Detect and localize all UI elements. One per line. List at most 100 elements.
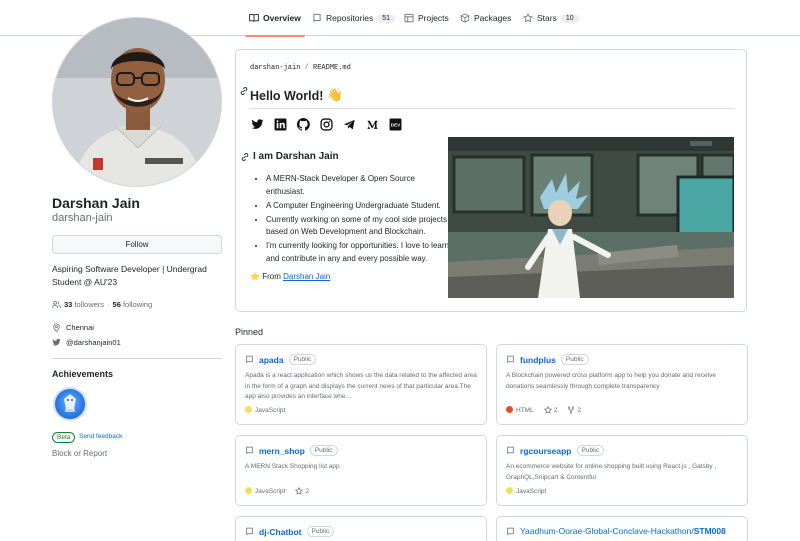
tab-label: Overview: [263, 13, 301, 23]
repo-icon: [246, 527, 253, 535]
divider: [250, 108, 734, 109]
profile-login: darshan-jain: [52, 212, 113, 224]
following-link[interactable]: 56 following: [113, 300, 153, 309]
location-text: Chennai: [66, 323, 94, 332]
followers-link[interactable]: 33 followers: [64, 300, 104, 309]
pinned-repo-card: dj-Chatbot Public: [235, 516, 487, 541]
twitter-icon: [52, 338, 61, 346]
list-item: A MERN-Stack Developer & Open Source ent…: [266, 173, 451, 198]
fork-icon: [568, 406, 575, 414]
list-item: I'm currently looking for opportunities.…: [266, 240, 451, 265]
github-link[interactable]: [296, 117, 310, 131]
twitter-link[interactable]: [250, 117, 264, 131]
signature-link[interactable]: Darshan Jain: [283, 272, 330, 281]
language: JavaScript: [245, 487, 285, 495]
send-feedback-link[interactable]: Send feedback: [79, 433, 122, 440]
location-row: Chennai: [52, 323, 94, 332]
svg-text:DEV: DEV: [390, 122, 400, 127]
repo-meta: HTML 2 2: [506, 406, 581, 414]
tab-projects[interactable]: Projects: [404, 0, 449, 36]
readme-subheading: I am Darshan Jain: [240, 151, 339, 162]
stars-count: 2: [553, 406, 558, 414]
repo-name-link[interactable]: mern_shop: [259, 446, 305, 456]
readme-heading-text: Hello World!: [250, 88, 324, 103]
readme-signature: ⭐ From Darshan Jain: [250, 272, 330, 281]
readme-path: darshan-jain / README.md: [250, 64, 351, 72]
achievement-badge[interactable]: [53, 387, 87, 421]
repo-description: Apada is a react application which shows…: [245, 372, 477, 400]
language-color-dot: [245, 487, 252, 494]
tab-stars[interactable]: Stars 10: [523, 0, 579, 36]
tab-overview[interactable]: Overview: [245, 0, 305, 37]
anchor-link-icon[interactable]: [240, 152, 250, 162]
medium-link[interactable]: [365, 117, 379, 131]
social-links: DEV: [250, 117, 402, 131]
tab-label: Repositories: [326, 13, 374, 23]
avatar-photo: [53, 18, 221, 186]
follow-button[interactable]: Follow: [52, 235, 222, 254]
linkedin-link[interactable]: [273, 117, 287, 131]
repo-name-link[interactable]: apada: [259, 355, 284, 365]
twitter-icon: [251, 118, 263, 129]
repo-icon: [507, 446, 514, 454]
repo-name-link[interactable]: dj-Chatbot: [259, 527, 302, 537]
repo-description: A MERN Stack Shopping list app: [245, 463, 340, 470]
devto-link[interactable]: DEV: [388, 117, 402, 131]
repo-icon: [507, 527, 514, 535]
repo-description: An ecommerce website for online shopping…: [506, 463, 717, 481]
follow-stats: 33 followers · 56 following: [52, 300, 152, 309]
repo-icon: [246, 355, 253, 363]
pinned-repo-card: Yaadhum-Oorae-Global-Conclave-Hackathon/…: [496, 516, 748, 541]
tab-packages[interactable]: Packages: [460, 0, 511, 36]
telegram-icon: [343, 119, 355, 129]
visibility-badge: Public: [306, 526, 335, 537]
language-name: JavaScript: [255, 488, 286, 495]
pinned-heading: Pinned: [235, 327, 264, 337]
visibility-badge: Public: [288, 354, 317, 365]
forks-count: 2: [577, 406, 581, 414]
pinned-repo-card: fundplus Public A Blockchain powered cro…: [496, 344, 748, 425]
card-header: dj-Chatbot Public: [245, 526, 335, 537]
tab-repositories[interactable]: Repositories 51: [312, 0, 396, 36]
profile-readme: darshan-jain / README.md Hello World! 👋 …: [235, 49, 747, 312]
card-header: fundplus Public: [506, 354, 589, 365]
readme-subheading-text: I am Darshan Jain: [253, 151, 339, 162]
followers-label: followers: [74, 300, 105, 309]
repo-owner: Yaadhum-Oorae-Global-Conclave-Hackathon/: [520, 526, 694, 536]
arctic-badge-icon: [64, 394, 76, 412]
dot-separator: ·: [107, 300, 110, 309]
readme-path-user[interactable]: darshan-jain: [250, 64, 300, 72]
star-icon: [295, 487, 304, 495]
forks-link[interactable]: 2: [567, 406, 581, 414]
readme-heading: Hello World! 👋: [250, 88, 343, 103]
instagram-link[interactable]: [319, 117, 333, 131]
tab-label: Projects: [418, 13, 449, 23]
language: JavaScript: [506, 487, 546, 495]
following-count: 56: [112, 300, 121, 309]
repo-name-link[interactable]: Yaadhum-Oorae-Global-Conclave-Hackathon/…: [520, 526, 726, 536]
anchor-link-icon[interactable]: [239, 86, 249, 96]
list-item: Currently working on some of my cool sid…: [266, 214, 451, 239]
repositories-count: 51: [377, 13, 396, 23]
tab-label: Stars: [537, 13, 557, 23]
language-color-dot: [506, 406, 513, 413]
block-or-report-link[interactable]: Block or Report: [52, 449, 107, 458]
readme-path-file[interactable]: README.md: [313, 64, 351, 72]
profile-name: Darshan Jain: [52, 195, 140, 211]
twitter-row[interactable]: @darshanjain01: [52, 338, 121, 347]
stars-link[interactable]: 2: [295, 487, 309, 495]
avatar[interactable]: [52, 17, 222, 187]
telegram-link[interactable]: [342, 117, 356, 131]
repo-name-link[interactable]: rgcourseapp: [520, 446, 572, 456]
followers-count: 33: [64, 300, 73, 309]
repo-name-link[interactable]: fundplus: [520, 355, 556, 365]
star-icon: [523, 13, 533, 23]
language: JavaScript: [245, 406, 285, 414]
about-list: A MERN-Stack Developer & Open Source ent…: [266, 173, 451, 267]
linkedin-icon: [274, 118, 286, 130]
repo-icon: [507, 355, 514, 363]
language-color-dot: [245, 406, 252, 413]
stars-link[interactable]: 2: [543, 406, 558, 414]
rick-lab-illustration: [448, 137, 734, 298]
repo-icon: [313, 13, 321, 22]
